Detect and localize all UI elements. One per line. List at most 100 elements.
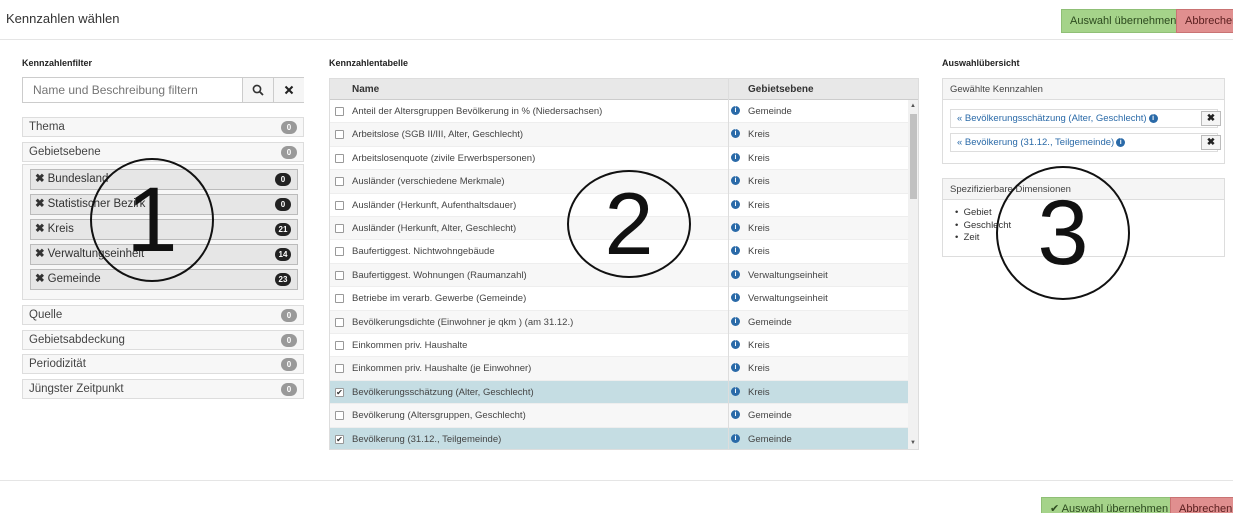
row-name: Bevölkerungsdichte (Einwohner je qkm ) (…: [352, 316, 574, 328]
info-icon[interactable]: i: [731, 199, 740, 209]
column-header-name[interactable]: Name: [352, 84, 379, 95]
gebietsebene-option-verwaltungseinheit[interactable]: ✖ Verwaltungseinheit 14: [30, 244, 298, 265]
selected-kennzahl-item[interactable]: « Bevölkerung (31.12., Teilgemeinde) i ✖: [950, 133, 1221, 152]
row-checkbox[interactable]: [335, 247, 344, 257]
row-checkbox[interactable]: [335, 317, 344, 327]
table-row[interactable]: Bevölkerungsdichte (Einwohner je qkm ) (…: [330, 310, 908, 334]
column-divider: [728, 79, 729, 449]
info-icon[interactable]: i: [731, 293, 740, 303]
info-icon[interactable]: i: [731, 246, 740, 256]
row-checkbox[interactable]: [335, 411, 344, 421]
table-row[interactable]: Einkommen priv. Haushalte (je Einwohner)…: [330, 357, 908, 381]
table-row[interactable]: Baufertiggest. Nichtwohngebäude i Kreis: [330, 240, 908, 264]
search-button[interactable]: [242, 78, 273, 102]
facet-label: Quelle: [29, 309, 63, 321]
row-checkbox[interactable]: [335, 177, 344, 187]
gebietsebene-option-gemeinde[interactable]: ✖ Gemeinde 23: [30, 269, 298, 290]
row-gebietsebene: Kreis: [748, 199, 770, 211]
info-icon[interactable]: i: [731, 316, 740, 326]
row-checkbox[interactable]: [335, 294, 344, 304]
cancel-button-footer[interactable]: Abbrechen: [1170, 497, 1233, 513]
table-row[interactable]: Betriebe im verarb. Gewerbe (Gemeinde) i V…: [330, 287, 908, 311]
list-item: • Geschlecht: [955, 219, 1012, 231]
scroll-down-icon[interactable]: ▼: [910, 440, 916, 446]
selected-kennzahl-label: « Bevölkerung (31.12., Teilgemeinde): [957, 137, 1115, 148]
scroll-up-icon[interactable]: ▲: [910, 103, 916, 109]
overview-section-title: Auswahlübersicht: [942, 58, 1020, 68]
count-badge: 0: [281, 358, 297, 371]
row-gebietsebene: Kreis: [748, 340, 770, 351]
option-label: Verwaltungseinheit: [47, 248, 145, 260]
facet-periodizitaet[interactable]: Periodizität 0: [22, 354, 304, 374]
info-icon[interactable]: i: [731, 129, 740, 139]
info-icon[interactable]: i: [731, 363, 740, 373]
info-icon[interactable]: i: [731, 340, 740, 349]
table-scrollbar[interactable]: ▲ ▼: [908, 100, 918, 449]
row-checkbox[interactable]: [335, 364, 344, 374]
info-icon[interactable]: i: [731, 386, 740, 396]
row-checkbox[interactable]: [335, 200, 344, 210]
row-checkbox[interactable]: [335, 270, 344, 280]
column-header-gebietsebene[interactable]: Gebietsebene: [748, 84, 814, 95]
info-icon[interactable]: i: [1148, 113, 1158, 123]
close-icon: [284, 85, 294, 95]
info-icon[interactable]: i: [731, 176, 740, 186]
row-name: Arbeitslose (SGB II/III, Alter, Geschlec…: [352, 129, 524, 141]
row-checkbox[interactable]: [335, 341, 344, 350]
facet-label: Gebietsabdeckung: [29, 334, 125, 346]
count-badge: 0: [275, 173, 291, 186]
table-row[interactable]: Einkommen priv. Haushalte i Kreis: [330, 334, 908, 358]
cancel-button[interactable]: Abbrechen: [1176, 9, 1233, 33]
row-gebietsebene: Gemeinde: [748, 106, 792, 117]
table-row[interactable]: Arbeitslosenquote (zivile Erwerbspersone…: [330, 147, 908, 171]
clear-search-button[interactable]: [273, 78, 304, 102]
row-checkbox[interactable]: [335, 224, 344, 233]
table-row[interactable]: ✔ Bevölkerung (31.12., Teilgemeinde) i Geme…: [330, 427, 908, 449]
row-checkbox[interactable]: ✔: [335, 387, 344, 397]
info-icon[interactable]: i: [731, 433, 740, 443]
table-row[interactable]: Arbeitslose (SGB II/III, Alter, Geschlec…: [330, 123, 908, 147]
table-row[interactable]: ✔ Bevölkerungsschätzung (Alter, Geschlech…: [330, 380, 908, 405]
gebietsebene-option-statistischer-bezirk[interactable]: ✖ Statistischer Bezirk 0: [30, 194, 298, 215]
info-icon[interactable]: i: [1116, 137, 1126, 147]
apply-selection-button-footer[interactable]: ✔ Auswahl übernehmen: [1041, 497, 1178, 513]
facet-thema[interactable]: Thema 0: [22, 117, 304, 137]
facet-gebietsebene[interactable]: Gebietsebene 0: [22, 142, 304, 162]
filter-search-input[interactable]: [23, 78, 242, 102]
info-icon[interactable]: i: [731, 410, 740, 420]
remove-selected-button[interactable]: ✖: [1201, 111, 1221, 126]
gebietsebene-option-kreis[interactable]: ✖ Kreis 21: [30, 219, 298, 240]
table-row[interactable]: Baufertiggest. Wohnungen (Raumanzahl) i Ve…: [330, 263, 908, 288]
remove-selected-button[interactable]: ✖: [1201, 135, 1221, 150]
row-gebietsebene: Kreis: [748, 223, 770, 234]
apply-selection-button[interactable]: Auswahl übernehmen: [1061, 9, 1186, 33]
facet-gebietsabdeckung[interactable]: Gebietsabdeckung 0: [22, 330, 304, 350]
table-row[interactable]: Anteil der Altersgruppen Bevölkerung in …: [330, 100, 908, 124]
row-checkbox[interactable]: [335, 153, 344, 163]
facet-quelle[interactable]: Quelle 0: [22, 305, 304, 325]
row-checkbox[interactable]: [335, 130, 344, 140]
gebietsebene-option-bundesland[interactable]: ✖ Bundesland 0: [30, 169, 298, 190]
info-icon[interactable]: i: [731, 152, 740, 162]
count-badge: 0: [281, 121, 297, 134]
table-row[interactable]: Ausländer (Herkunft, Alter, Geschlecht) i…: [330, 217, 908, 241]
row-checkbox[interactable]: [335, 107, 344, 116]
scrollbar-thumb[interactable]: [910, 114, 917, 199]
count-badge: 21: [275, 223, 291, 236]
dimension-label: Gebiet: [963, 207, 992, 218]
remove-icon: ✖: [35, 223, 45, 235]
row-checkbox[interactable]: ✔: [335, 434, 344, 444]
info-icon[interactable]: i: [731, 223, 740, 232]
table-row[interactable]: Ausländer (verschiedene Merkmale) i Kreis: [330, 170, 908, 194]
table-header: Name Gebietsebene: [330, 79, 918, 100]
table-section-title: Kennzahlentabelle: [329, 58, 409, 68]
info-icon[interactable]: i: [731, 106, 740, 115]
table-row[interactable]: Ausländer (Herkunft, Aufenthaltsdauer) i K…: [330, 194, 908, 217]
table-row[interactable]: Bevölkerung (Altersgruppen, Geschlecht) i…: [330, 404, 908, 428]
remove-icon: ✖: [35, 273, 45, 285]
facet-juengster-zeitpunkt[interactable]: Jüngster Zeitpunkt 0: [22, 379, 304, 399]
selected-kennzahl-item[interactable]: « Bevölkerungsschätzung (Alter, Geschlec…: [950, 109, 1221, 128]
info-icon[interactable]: i: [731, 269, 740, 279]
row-gebietsebene: Verwaltungseinheit: [748, 293, 828, 305]
row-gebietsebene: Kreis: [748, 176, 770, 188]
